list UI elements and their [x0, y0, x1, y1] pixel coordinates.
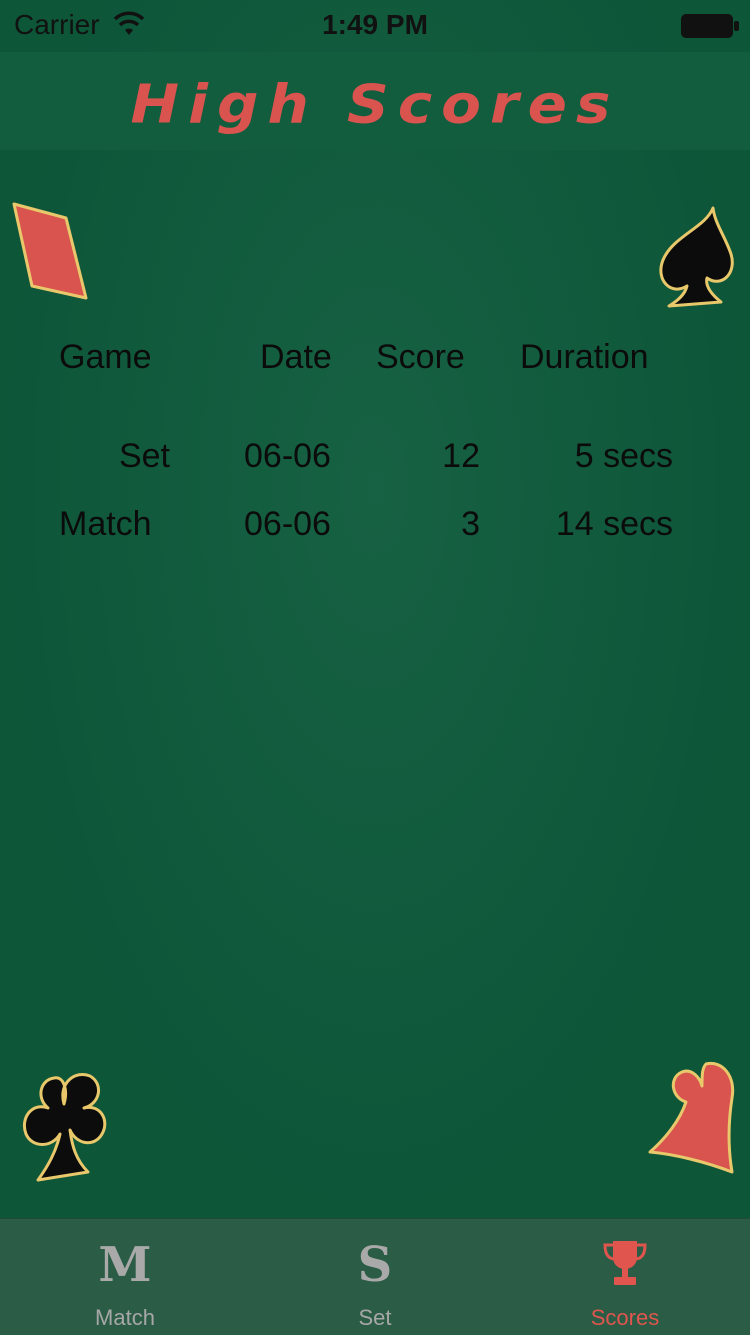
- diamond-icon: [12, 202, 88, 300]
- battery-icon: [681, 14, 739, 38]
- tab-set[interactable]: S Set: [250, 1219, 500, 1335]
- column-header-score: Score: [376, 338, 465, 376]
- tab-label-set: Set: [358, 1305, 392, 1330]
- club-icon: [23, 1073, 107, 1182]
- column-header-duration: Duration: [520, 338, 649, 376]
- tab-label-match: Match: [95, 1305, 155, 1330]
- tab-scores[interactable]: Scores: [500, 1219, 750, 1335]
- set-tab-icon: S: [357, 1237, 393, 1293]
- cell-score: 12: [442, 437, 480, 475]
- tab-label-scores: Scores: [590, 1305, 660, 1330]
- table-row: Set 06-06 12 5 secs: [0, 437, 750, 487]
- column-header-date: Date: [260, 338, 332, 376]
- status-bar: Carrier 1:49 PM: [0, 0, 750, 52]
- scores-header-row: Game Date Score Duration: [0, 338, 750, 388]
- tab-match[interactable]: M Match: [0, 1219, 250, 1335]
- cell-date: 06-06: [244, 437, 331, 475]
- felt-background: [0, 0, 750, 1218]
- cell-game: Set: [118, 437, 170, 475]
- cell-duration: 5 secs: [574, 437, 673, 475]
- column-header-game: Game: [59, 338, 152, 376]
- heart-icon: [648, 1061, 735, 1174]
- tab-bar: M Match S Set Scores: [0, 1218, 750, 1335]
- cell-duration: 14 secs: [555, 505, 673, 543]
- status-time: 1:49 PM: [322, 9, 428, 40]
- spade-icon: [659, 206, 734, 308]
- page-title: High Scores: [130, 72, 620, 136]
- cell-score: 3: [461, 505, 480, 543]
- cell-game: Match: [59, 505, 152, 543]
- table-row: Match 06-06 3 14 secs: [0, 505, 750, 555]
- match-tab-icon: M: [98, 1237, 152, 1293]
- header: High Scores: [0, 52, 750, 150]
- trophy-icon: [603, 1241, 647, 1285]
- cell-date: 06-06: [244, 505, 331, 543]
